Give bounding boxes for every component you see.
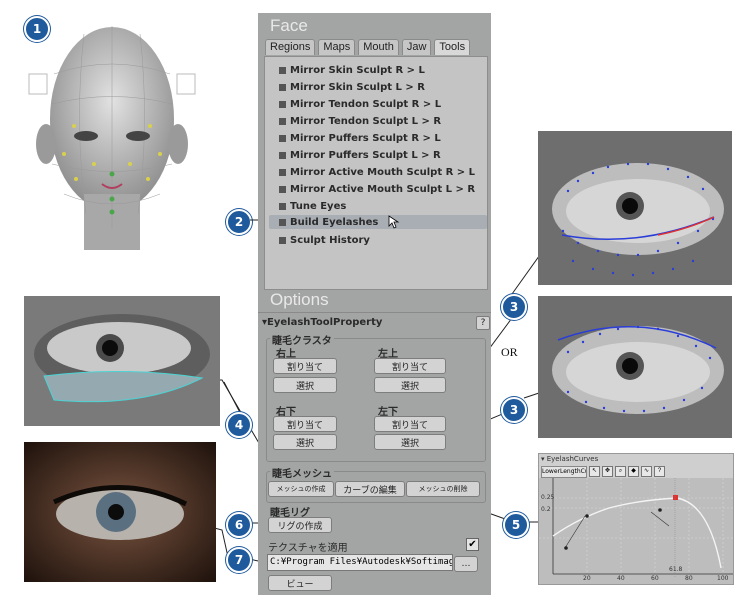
key-icon[interactable]: ◆	[628, 466, 639, 477]
tool-mirror-mouth-rl[interactable]: Mirror Active Mouth Sculpt R > L	[279, 167, 475, 178]
help-icon[interactable]: ?	[654, 466, 665, 477]
tab-mouth[interactable]: Mouth	[358, 39, 399, 55]
bullet-icon	[279, 237, 286, 244]
eye-cluster-image	[24, 296, 220, 426]
x-tick-0: 20	[583, 575, 591, 582]
assign-upper-right-button[interactable]: 割り当て	[273, 358, 337, 374]
x-tick-4: 100	[717, 575, 729, 582]
curve-select-dropdown[interactable]: LowerLengthCurve	[541, 466, 587, 478]
eyelash-curve-editor: ▾ EyelashCurves LowerLengthCurve ↖ ✥ ⌕ ◆…	[538, 453, 734, 585]
bullet-icon	[279, 118, 286, 125]
select-lower-left-button[interactable]: 選択	[374, 434, 446, 450]
apply-texture-checkbox[interactable]: ✔	[466, 538, 479, 551]
pan-icon[interactable]: ✥	[602, 466, 613, 477]
select-upper-left-button[interactable]: 選択	[374, 377, 446, 393]
tab-regions[interactable]: Regions	[265, 39, 316, 55]
y-tick-0: 0.25	[541, 494, 555, 501]
x-tick-2: 60	[651, 575, 659, 582]
bullet-icon	[279, 218, 286, 226]
curve-plot[interactable]	[539, 478, 733, 584]
select-lower-right-button[interactable]: 選択	[273, 434, 337, 450]
x-tick-3: 80	[685, 575, 693, 582]
property-title[interactable]: ▾EyelashToolProperty	[262, 317, 382, 328]
tool-mirror-puffers-rl[interactable]: Mirror Puffers Sculpt R > L	[279, 133, 441, 144]
tab-tools[interactable]: Tools	[434, 39, 471, 55]
zoom-icon[interactable]: ⌕	[615, 466, 626, 477]
bullet-icon	[279, 67, 286, 74]
eyelash-dots-image-top	[538, 131, 732, 285]
tool-mirror-skin-lr[interactable]: Mirror Skin Sculpt L > R	[279, 82, 425, 93]
create-mesh-button[interactable]: メッシュの作成	[268, 481, 334, 497]
tools-list: Mirror Skin Sculpt R > L Mirror Skin Scu…	[264, 56, 488, 290]
or-label: OR	[501, 345, 518, 359]
bullet-icon	[279, 84, 286, 91]
assign-lower-left-button[interactable]: 割り当て	[374, 416, 446, 432]
tool-mirror-tendon-rl[interactable]: Mirror Tendon Sculpt R > L	[279, 99, 441, 110]
tool-tune-eyes[interactable]: Tune Eyes	[279, 201, 346, 212]
y-tick-1: 0.2	[541, 506, 551, 513]
x-tick-1: 40	[617, 575, 625, 582]
apply-texture-label: テクスチャを適用	[268, 543, 348, 554]
options-header: Options	[270, 290, 329, 309]
curve-editor-title: ▾ EyelashCurves	[541, 455, 599, 463]
bullet-icon	[279, 152, 286, 159]
callout-6: 6	[226, 512, 252, 538]
mouse-cursor-icon	[388, 215, 400, 229]
assign-upper-left-button[interactable]: 割り当て	[374, 358, 446, 374]
face-header: Face	[270, 16, 308, 35]
bullet-icon	[279, 135, 286, 142]
tangent-icon[interactable]: ∿	[641, 466, 652, 477]
tool-mirror-skin-rl[interactable]: Mirror Skin Sculpt R > L	[279, 65, 425, 76]
bullet-icon	[279, 186, 286, 193]
tool-sculpt-history[interactable]: Sculpt History	[279, 235, 370, 246]
tab-jaw[interactable]: Jaw	[401, 39, 432, 55]
tool-mirror-puffers-lr[interactable]: Mirror Puffers Sculpt L > R	[279, 150, 441, 161]
callout-3-top: 3	[501, 294, 527, 320]
callout-5: 5	[503, 512, 529, 538]
edit-curve-button[interactable]: カーブの編集	[335, 481, 405, 497]
curve-toolbar: ↖ ✥ ⌕ ◆ ∿ ?	[589, 466, 665, 477]
callout-4: 4	[226, 412, 252, 438]
pointer-icon[interactable]: ↖	[589, 466, 600, 477]
tool-mirror-mouth-lr[interactable]: Mirror Active Mouth Sculpt L > R	[279, 184, 475, 195]
create-rig-button[interactable]: リグの作成	[268, 517, 332, 533]
tool-build-eyelashes[interactable]: Build Eyelashes	[269, 215, 487, 229]
browse-button[interactable]: …	[454, 556, 478, 572]
eyelash-dots-image-bottom	[538, 296, 732, 438]
callout-3-bottom: 3	[501, 397, 527, 423]
bullet-icon	[279, 169, 286, 176]
bullet-icon	[279, 203, 286, 210]
bullet-icon	[279, 101, 286, 108]
callout-7: 7	[226, 547, 252, 573]
curve-marker-value: 61.8	[669, 566, 683, 573]
assign-lower-right-button[interactable]: 割り当て	[273, 416, 337, 432]
tool-mirror-tendon-lr[interactable]: Mirror Tendon Sculpt L > R	[279, 116, 441, 127]
select-upper-right-button[interactable]: 選択	[273, 377, 337, 393]
face-tabs: Regions Maps Mouth Jaw Tools	[265, 39, 471, 55]
help-button[interactable]: ?	[476, 316, 490, 330]
tab-maps[interactable]: Maps	[318, 39, 356, 55]
divider	[258, 312, 491, 313]
mesh-label: 睫毛メッシュ	[270, 465, 334, 480]
delete-mesh-button[interactable]: メッシュの削除	[406, 481, 480, 497]
texture-path-input[interactable]: C:¥Program Files¥Autodesk¥Softimage 2	[267, 554, 453, 571]
view-button[interactable]: ビュー	[268, 575, 332, 591]
eye-render-image	[24, 442, 216, 582]
